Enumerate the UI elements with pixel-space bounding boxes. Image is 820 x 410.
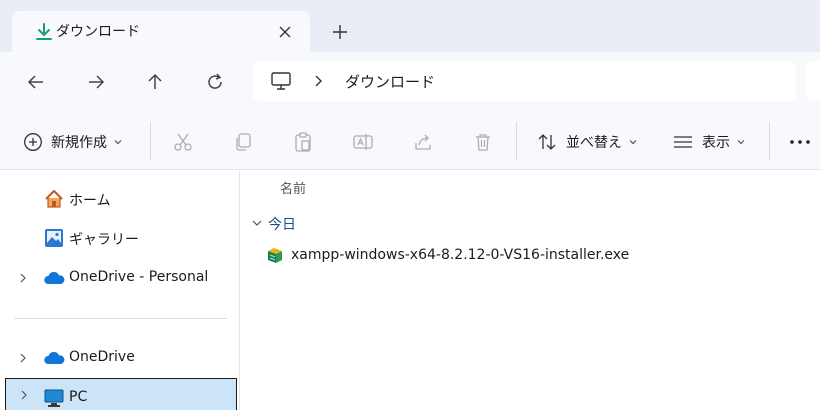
- group-header-today[interactable]: 今日: [241, 211, 820, 235]
- refresh-icon: [208, 73, 222, 89]
- arrow-right-icon: [89, 75, 105, 89]
- list-view-icon: [674, 136, 692, 148]
- navigation-pane: ホーム ギャラリー OneDrive - Personal OneDrive P…: [0, 171, 240, 410]
- divider: [769, 122, 770, 160]
- sidebar-item-label: ホーム: [69, 193, 111, 209]
- file-list: 名前 今日 xampp-windows-x64-8.2.12-0-VS16-in…: [241, 171, 820, 410]
- home-icon: [45, 190, 63, 208]
- up-button[interactable]: [141, 68, 169, 96]
- search-input[interactable]: [806, 61, 820, 101]
- download-icon: [36, 23, 52, 40]
- chevron-down-icon: [114, 140, 122, 145]
- sort-icon: [538, 134, 556, 150]
- navigation-bar: ダウンロード: [0, 52, 820, 112]
- sort-button-label: 並べ替え: [566, 135, 622, 151]
- paste-button[interactable]: [292, 128, 314, 156]
- sidebar-item-label: PC: [69, 389, 88, 405]
- rename-button[interactable]: [352, 128, 374, 156]
- plus-icon[interactable]: [328, 20, 352, 44]
- trash-icon: [476, 134, 490, 151]
- new-button-label: 新規作成: [51, 135, 107, 151]
- more-button[interactable]: [788, 128, 812, 156]
- pc-icon[interactable]: [270, 70, 292, 92]
- sort-button[interactable]: 並べ替え: [536, 128, 638, 156]
- delete-button[interactable]: [472, 128, 494, 156]
- arrow-up-icon: [148, 73, 162, 89]
- chevron-right-icon[interactable]: [18, 272, 28, 284]
- command-bar: 新規作成 並べ替え 表示: [0, 112, 820, 170]
- view-button[interactable]: 表示: [672, 128, 746, 156]
- sidebar-item-onedrive[interactable]: OneDrive: [5, 342, 237, 374]
- divider: [14, 318, 227, 319]
- group-label: 今日: [268, 217, 296, 233]
- sidebar-item-label: OneDrive - Personal: [69, 269, 209, 285]
- copy-button[interactable]: [232, 128, 254, 156]
- close-icon[interactable]: [274, 21, 296, 43]
- view-button-label: 表示: [702, 135, 730, 151]
- address-bar[interactable]: ダウンロード: [253, 61, 796, 101]
- pc-icon: [44, 389, 64, 407]
- chevron-down-icon: [629, 140, 637, 145]
- sidebar-item-onedrive-personal[interactable]: OneDrive - Personal: [5, 262, 237, 294]
- address-path[interactable]: ダウンロード: [345, 71, 435, 92]
- chevron-right-icon[interactable]: [19, 389, 29, 401]
- arrow-left-icon: [27, 75, 43, 89]
- tab-downloads[interactable]: ダウンロード: [12, 11, 310, 52]
- gallery-icon: [45, 229, 63, 247]
- column-header-name[interactable]: 名前: [280, 178, 306, 197]
- sidebar-item-label: OneDrive: [69, 349, 135, 365]
- chevron-right-icon[interactable]: [311, 73, 325, 89]
- share-button[interactable]: [412, 128, 434, 156]
- sidebar-item-label: ギャラリー: [69, 232, 139, 248]
- copy-icon: [236, 133, 251, 151]
- chevron-down-icon: [737, 140, 745, 145]
- refresh-button[interactable]: [201, 68, 229, 96]
- file-name: xampp-windows-x64-8.2.12-0-VS16-installe…: [291, 247, 630, 263]
- divider: [516, 122, 517, 160]
- chevron-right-icon[interactable]: [18, 352, 28, 364]
- share-icon: [415, 134, 431, 150]
- onedrive-icon: [44, 351, 65, 364]
- file-item[interactable]: xampp-windows-x64-8.2.12-0-VS16-installe…: [261, 243, 801, 269]
- divider: [150, 122, 151, 160]
- tab-strip: ダウンロード: [0, 0, 820, 52]
- more-icon: [790, 140, 810, 144]
- rename-icon: [353, 134, 373, 150]
- sidebar-item-pc[interactable]: PC: [5, 378, 237, 410]
- tab-title: ダウンロード: [56, 24, 140, 40]
- chevron-down-icon[interactable]: [251, 218, 263, 228]
- back-button[interactable]: [22, 68, 50, 96]
- paste-icon: [295, 132, 311, 152]
- installer-icon: [268, 248, 282, 263]
- plus-circle-icon: [24, 133, 42, 151]
- cut-button[interactable]: [172, 128, 194, 156]
- cut-icon: [174, 133, 192, 151]
- new-button[interactable]: 新規作成: [23, 128, 123, 156]
- forward-button[interactable]: [82, 68, 110, 96]
- sidebar-item-home[interactable]: ホーム: [5, 183, 237, 215]
- onedrive-icon: [44, 271, 65, 284]
- sidebar-item-gallery[interactable]: ギャラリー: [5, 222, 237, 254]
